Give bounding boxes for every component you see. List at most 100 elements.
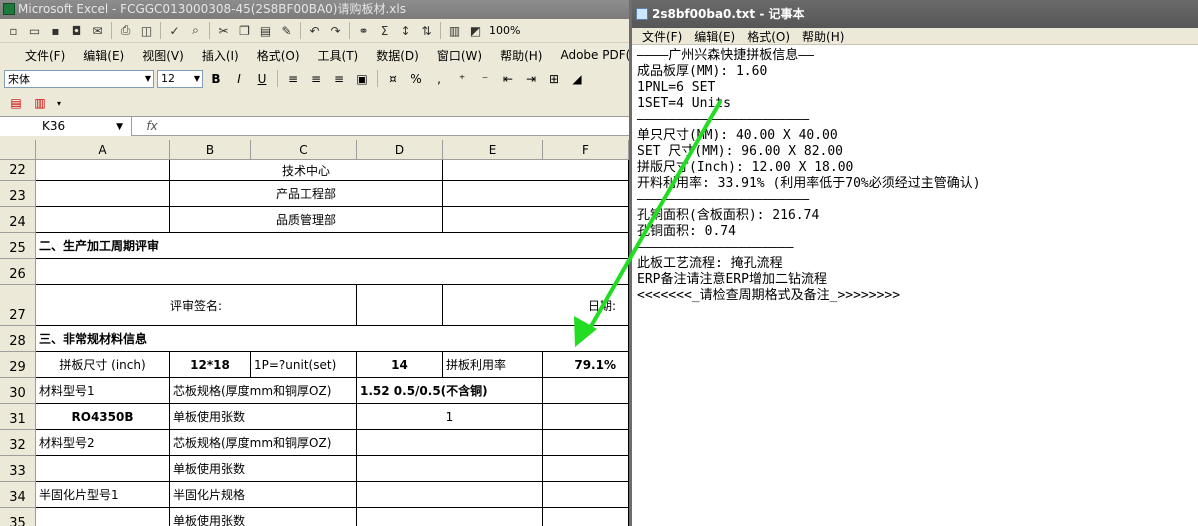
cell-b24[interactable]: 品质管理部 <box>170 207 443 233</box>
cell-b22[interactable]: 技术中心 <box>170 160 443 181</box>
cell-c29[interactable]: 1P=?unit(set) <box>251 352 357 378</box>
cell-a35[interactable] <box>36 508 170 526</box>
cell-a33[interactable] <box>36 456 170 482</box>
menu-data[interactable]: 数据(D) <box>367 47 428 64</box>
cell-e23[interactable] <box>443 181 629 207</box>
column-header-e[interactable]: E <box>443 140 543 160</box>
cell-a32[interactable]: 材料型号2 <box>36 430 170 456</box>
align-center-icon[interactable]: ≡ <box>306 69 326 88</box>
cell-f31[interactable] <box>543 404 629 430</box>
column-header-a[interactable]: A <box>36 140 170 160</box>
convert-and-email-icon[interactable]: ▥ <box>30 94 50 113</box>
menu-tools[interactable]: 工具(T) <box>309 47 368 64</box>
cell-d27[interactable] <box>357 285 443 326</box>
cell-d31[interactable]: 1 <box>357 404 543 430</box>
cell-a25[interactable]: 二、生产加工周期评审 <box>36 233 629 259</box>
merge-center-icon[interactable]: ▣ <box>352 69 372 88</box>
np-menu-file[interactable]: 文件(F) <box>636 28 688 45</box>
cell-d30[interactable]: 1.52 0.5/0.5(不含铜) <box>357 378 543 404</box>
print-preview-icon[interactable]: ◫ <box>137 21 156 40</box>
percent-icon[interactable]: % <box>406 69 426 88</box>
row-header-34[interactable]: 34 <box>0 482 36 508</box>
menu-help[interactable]: 帮助(H) <box>491 47 551 64</box>
cell-d34[interactable] <box>357 482 543 508</box>
hyperlink-icon[interactable]: ⚭ <box>354 21 373 40</box>
spelling-icon[interactable]: ✓ <box>165 21 184 40</box>
increase-decimal-icon[interactable]: ⁺ <box>452 69 472 88</box>
cell-e29[interactable]: 拼板利用率 <box>443 352 543 378</box>
cut-icon[interactable]: ✂ <box>214 21 233 40</box>
row-header-27[interactable]: 27 <box>0 285 36 326</box>
row-header-35[interactable]: 35 <box>0 508 36 526</box>
menu-window[interactable]: 窗口(W) <box>428 47 491 64</box>
row-header-26[interactable]: 26 <box>0 259 36 285</box>
column-header-c[interactable]: C <box>251 140 357 160</box>
notepad-text-area[interactable]: ————广州兴森快捷拼板信息—— 成品板厚(MM): 1.60 1PNL=6 SET… <box>637 48 1192 304</box>
menu-format[interactable]: 格式(O) <box>248 47 309 64</box>
np-menu-help[interactable]: 帮助(H) <box>796 28 850 45</box>
column-header-d[interactable]: D <box>357 140 443 160</box>
cell-a22[interactable] <box>36 160 170 181</box>
cell-e27[interactable]: 日期: <box>443 285 629 326</box>
menu-file[interactable]: 文件(F) <box>16 47 74 64</box>
fx-icon[interactable]: fx <box>132 119 172 133</box>
autosum-icon[interactable]: Σ <box>375 21 394 40</box>
cell-f32[interactable] <box>543 430 629 456</box>
row-header-29[interactable]: 29 <box>0 352 36 378</box>
name-box[interactable]: K36 ▼ <box>0 116 132 136</box>
menu-view[interactable]: 视图(V) <box>133 47 193 64</box>
row-header-33[interactable]: 33 <box>0 456 36 482</box>
underline-icon[interactable]: U <box>252 69 272 88</box>
borders-icon[interactable]: ⊞ <box>544 69 564 88</box>
sort-ascending-icon[interactable]: ↕ <box>396 21 415 40</box>
cell-b31[interactable]: 单板使用张数 <box>170 404 357 430</box>
permission-icon[interactable]: ◘ <box>67 21 86 40</box>
cell-d32[interactable] <box>357 430 543 456</box>
format-painter-icon[interactable]: ✎ <box>277 21 296 40</box>
column-header-f[interactable]: F <box>543 140 629 160</box>
decrease-decimal-icon[interactable]: ⁻ <box>475 69 495 88</box>
row-header-32[interactable]: 32 <box>0 430 36 456</box>
save-icon[interactable]: ▪ <box>46 21 65 40</box>
decrease-indent-icon[interactable]: ⇤ <box>498 69 518 88</box>
cell-d29[interactable]: 14 <box>357 352 443 378</box>
zoom-value[interactable]: 100% <box>487 24 522 37</box>
cell-f34[interactable] <box>543 482 629 508</box>
worksheet-grid[interactable]: A B C D E F 22 技术中心 23 产品工程部 24 品质管理部 25 二、生产加工周期评审 26… <box>0 140 629 526</box>
row-header-24[interactable]: 24 <box>0 207 36 233</box>
email-icon[interactable]: ✉ <box>88 21 107 40</box>
menu-edit[interactable]: 编辑(E) <box>74 47 133 64</box>
row-header-23[interactable]: 23 <box>0 181 36 207</box>
cell-b23[interactable]: 产品工程部 <box>170 181 443 207</box>
font-name-select[interactable]: 宋体 ▼ <box>4 69 154 88</box>
paste-icon[interactable]: ▤ <box>256 21 275 40</box>
cell-a24[interactable] <box>36 207 170 233</box>
cell-b30[interactable]: 芯板规格(厚度mm和铜厚OZ) <box>170 378 357 404</box>
cell-a30[interactable]: 材料型号1 <box>36 378 170 404</box>
cell-a28[interactable]: 三、非常规材料信息 <box>36 326 629 352</box>
cell-a31[interactable]: RO4350B <box>36 404 170 430</box>
cell-b34[interactable]: 半固化片规格 <box>170 482 357 508</box>
cell-f33[interactable] <box>543 456 629 482</box>
menu-adobe-pdf[interactable]: Adobe PDF(B) <box>551 48 629 62</box>
comma-icon[interactable]: , <box>429 69 449 88</box>
print-icon[interactable]: ⎙ <box>116 21 135 40</box>
sort-descending-icon[interactable]: ⇅ <box>417 21 436 40</box>
currency-icon[interactable]: ¤ <box>383 69 403 88</box>
cell-d33[interactable] <box>357 456 543 482</box>
cell-b35[interactable]: 单板使用张数 <box>170 508 357 526</box>
cell-d35[interactable] <box>357 508 543 526</box>
undo-icon[interactable]: ↶ <box>305 21 324 40</box>
font-size-select[interactable]: 12 ▼ <box>157 69 203 88</box>
chart-wizard-icon[interactable]: ▥ <box>445 21 464 40</box>
np-menu-format[interactable]: 格式(O) <box>741 28 796 45</box>
menu-insert[interactable]: 插入(I) <box>193 47 248 64</box>
drawing-icon[interactable]: ◩ <box>466 21 485 40</box>
cell-f30[interactable] <box>543 378 629 404</box>
select-all-corner[interactable] <box>0 140 36 160</box>
column-header-b[interactable]: B <box>170 140 251 160</box>
cell-b29[interactable]: 12*18 <box>170 352 251 378</box>
cell-e24[interactable] <box>443 207 629 233</box>
redo-icon[interactable]: ↷ <box>326 21 345 40</box>
row-header-22[interactable]: 22 <box>0 160 36 181</box>
